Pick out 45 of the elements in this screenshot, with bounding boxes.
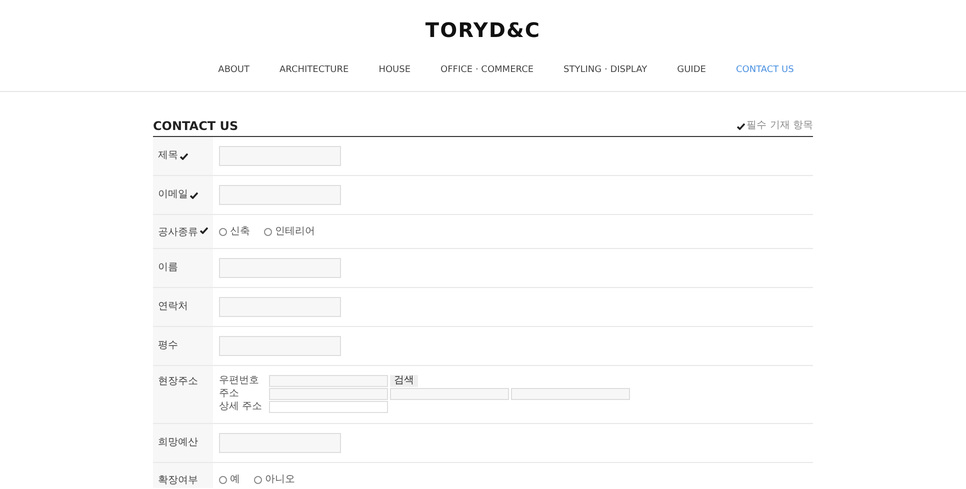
nav-link[interactable]: OFFICE · COMMERCE [440, 64, 534, 76]
input-field[interactable] [219, 185, 341, 205]
site-logo[interactable]: TORYD&C [425, 18, 541, 42]
field-label: 확장여부 [158, 475, 198, 487]
check-icon [180, 152, 188, 160]
nav-link[interactable]: STYLING · DISPLAY [564, 64, 648, 76]
field-label: 공사종류 [158, 227, 198, 239]
check-icon [200, 227, 208, 234]
input-field[interactable] [269, 388, 388, 400]
input-field[interactable] [219, 336, 341, 356]
input-field[interactable] [219, 433, 341, 453]
field-label: 평수 [158, 340, 178, 352]
option-label: 아니오 [265, 474, 295, 486]
radio-button[interactable] [264, 228, 272, 236]
input-field[interactable] [390, 388, 509, 400]
radio-button[interactable] [254, 476, 262, 484]
field-label: 현장주소 [158, 376, 198, 388]
input-field[interactable] [269, 401, 388, 413]
check-icon [190, 192, 198, 198]
input-field[interactable] [219, 258, 341, 278]
input-field[interactable] [511, 388, 630, 400]
field-label: 이름 [158, 262, 178, 274]
option-label: 신축 [230, 226, 250, 238]
input-field[interactable] [219, 297, 341, 317]
nav-link[interactable]: ABOUT [218, 64, 250, 76]
field-label: 희망예산 [158, 437, 198, 449]
nav-link[interactable]: GUIDE [677, 64, 706, 76]
field-label: 상세 주소 [219, 401, 264, 413]
search-button[interactable]: 검색 [390, 375, 418, 387]
radio-button[interactable] [219, 476, 227, 484]
field-label: 주소 [219, 388, 240, 400]
nav-link[interactable]: ARCHITECTURE [280, 64, 349, 76]
field-label: 제목 [158, 150, 178, 162]
check-icon [736, 122, 745, 130]
field-label: 연락처 [158, 301, 188, 313]
required-legend: 필수 기재 항목 [746, 120, 813, 132]
option-label: 예 [230, 474, 240, 486]
input-field[interactable] [219, 146, 341, 166]
field-label: 이메일 [158, 189, 188, 201]
radio-button[interactable] [219, 228, 227, 236]
field-label: 우편번호 [219, 375, 260, 387]
input-field[interactable] [269, 375, 388, 387]
nav-link[interactable]: HOUSE [378, 64, 411, 76]
form-title: CONTACT US [153, 119, 238, 133]
option-label: 인테리어 [275, 226, 315, 238]
